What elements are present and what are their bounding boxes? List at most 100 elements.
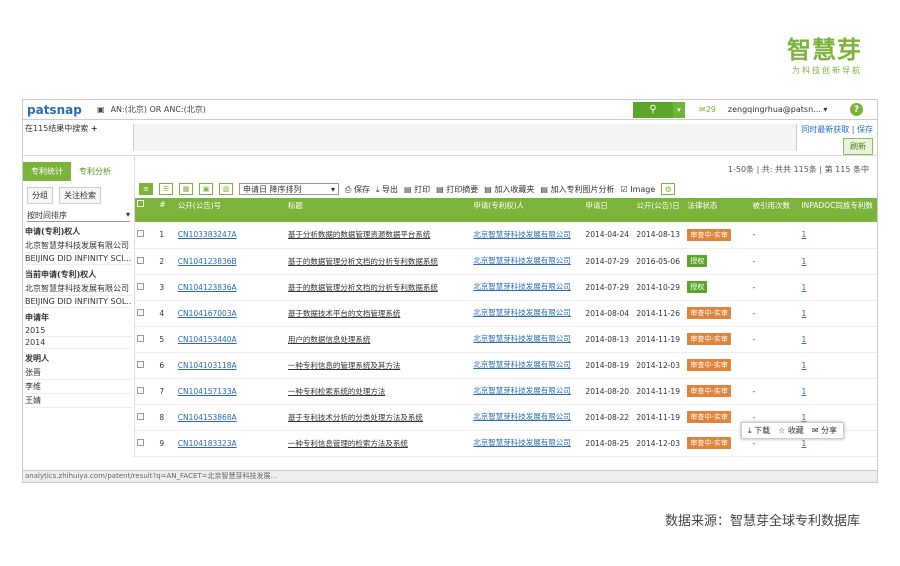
title-link[interactable]: 基于分析数据的数据管理资源数据平台系统 [285, 222, 472, 249]
search-button[interactable]: ⚲ [633, 101, 673, 118]
table-row[interactable]: 6 CN104103118A 一种专利信息的管理系统及其方法 北京智慧芽科技发展有限公… [135, 352, 877, 379]
refine-search-input[interactable] [133, 124, 797, 151]
applicant-link[interactable]: 北京智慧芽科技发展有限公司 [471, 326, 584, 353]
sort-select[interactable]: 按时间排序 ▾ [27, 210, 130, 222]
latest-link[interactable]: 同时最新获取 | 保存 [801, 124, 873, 135]
title-link[interactable]: 基于的数据管理分析文档的分析专利数据系统 [285, 274, 472, 301]
row-checkbox[interactable] [135, 248, 158, 275]
col-cited[interactable]: 被引用次数 [750, 198, 800, 222]
row-checkbox[interactable] [135, 404, 158, 431]
print-action[interactable]: ▤ 打印 [404, 184, 430, 195]
pub-number-link[interactable]: CN104153440A [175, 326, 286, 353]
detail-view-icon[interactable]: ☰ [159, 183, 173, 195]
message-count[interactable]: ✉29 [699, 105, 716, 114]
pub-number-link[interactable]: CN104103118A [175, 352, 286, 379]
search-type-icon[interactable]: ▣ [97, 105, 105, 114]
col-pub-date[interactable]: 公开(公告)日 [634, 198, 686, 222]
refine-search-label[interactable]: 在115结果中搜索 + [23, 120, 133, 155]
patsnap-logo[interactable]: patsnap [23, 103, 93, 117]
title-link[interactable]: 一种专利信息管理的检索方法及系统 [285, 430, 472, 457]
applicant-link[interactable]: 北京智慧芽科技发展有限公司 [471, 352, 584, 379]
row-checkbox[interactable] [135, 274, 158, 301]
applicant-link[interactable]: 北京智慧芽科技发展有限公司 [471, 248, 584, 275]
title-link[interactable]: 一种专利信息的管理系统及其方法 [285, 352, 472, 379]
subtab-follow[interactable]: 关注检索 [59, 187, 101, 204]
save-action[interactable]: ⎙ 保存 [345, 184, 370, 195]
family-count[interactable]: 1 [799, 326, 877, 353]
row-checkbox[interactable] [135, 222, 158, 249]
applicant-link[interactable]: 北京智慧芽科技发展有限公司 [471, 274, 584, 301]
search-query-field[interactable]: ▣ AN:(北京) OR ANC:(北京) [93, 102, 633, 118]
facet-item[interactable]: 北京智慧芽科技发展有限公司 [25, 239, 132, 253]
family-count[interactable]: 1 [799, 300, 877, 327]
applicant-link[interactable]: 北京智慧芽科技发展有限公司 [471, 300, 584, 327]
image-view-icon[interactable]: ▣ [199, 183, 213, 195]
col-title[interactable]: 标题 [285, 198, 472, 222]
chart-view-icon[interactable]: ▥ [219, 183, 233, 195]
family-count[interactable]: 1 [799, 352, 877, 379]
pub-number-link[interactable]: CN103383247A [175, 222, 286, 249]
pub-number-link[interactable]: CN104153868A [175, 404, 286, 431]
facet-item[interactable]: 张晋 [25, 366, 132, 380]
pub-number-link[interactable]: CN104183323A [175, 430, 286, 457]
applicant-link[interactable]: 北京智慧芽科技发展有限公司 [471, 404, 584, 431]
grid-view-icon[interactable]: ▦ [179, 183, 193, 195]
pub-number-link[interactable]: CN104123836A [175, 274, 286, 301]
pub-number-link[interactable]: CN104157133A [175, 378, 286, 405]
help-icon[interactable]: ? [850, 103, 863, 116]
favorite-button[interactable]: ☆ 收藏 [778, 425, 804, 436]
title-link[interactable]: 用户的数据信息处理系统 [285, 326, 472, 353]
export-action[interactable]: ⤓ 导出 [376, 184, 398, 195]
download-button[interactable]: ⤓ 下载 [748, 425, 770, 436]
family-count[interactable]: 1 [799, 222, 877, 249]
facet-item[interactable]: BEIJING DID INFINITY SCI... [25, 253, 132, 265]
col-app-date[interactable]: 申请日 [583, 198, 635, 222]
family-count[interactable]: 1 [799, 378, 877, 405]
share-button[interactable]: ✉ 分享 [812, 425, 837, 436]
col-pub-number[interactable]: 公开(公告)号 [175, 198, 286, 222]
facet-item[interactable]: 北京智慧芽科技发展有限公司 [25, 282, 132, 296]
col-family[interactable]: INPADOC同族专利数 [799, 198, 877, 222]
tab-statistics[interactable]: 专利统计 [23, 162, 71, 181]
row-checkbox[interactable] [135, 378, 158, 405]
facet-item[interactable]: 2015 [25, 325, 132, 337]
row-checkbox[interactable] [135, 300, 158, 327]
facet-item[interactable]: BEIJING DID INFINITY SOL... [25, 296, 132, 308]
title-link[interactable]: 一种专利检索系统的处理方法 [285, 378, 472, 405]
table-row[interactable]: 1 CN103383247A 基于分析数据的数据管理资源数据平台系统 北京智慧芽科技发… [135, 222, 877, 249]
print-abstract-action[interactable]: ▤ 打印摘要 [436, 184, 478, 195]
facet-item[interactable]: 李维 [25, 380, 132, 394]
add-favorite-action[interactable]: ▤ 加入收藏夹 [484, 184, 534, 195]
pub-number-link[interactable]: CN104167003A [175, 300, 286, 327]
family-count[interactable]: 1 [799, 248, 877, 275]
row-checkbox[interactable] [135, 352, 158, 379]
subtab-group[interactable]: 分组 [27, 187, 53, 204]
applicant-link[interactable]: 北京智慧芽科技发展有限公司 [471, 378, 584, 405]
refresh-button[interactable]: 刷新 [843, 138, 873, 155]
pub-number-link[interactable]: CN104123836B [175, 248, 286, 275]
col-legal-status[interactable]: 法律状态 [685, 198, 751, 222]
sort-order-select[interactable]: 申请日 降序排列 ▾ [239, 183, 339, 195]
image-toggle[interactable]: ☑ Image [620, 185, 655, 194]
table-row[interactable]: 5 CN104153440A 用户的数据信息处理系统 北京智慧芽科技发展有限公司 201… [135, 326, 877, 353]
title-link[interactable]: 基于专利技术分析的分类处理方法及系统 [285, 404, 472, 431]
facet-item[interactable]: 王婧 [25, 394, 132, 408]
title-link[interactable]: 基于数据技术平台的文档管理系统 [285, 300, 472, 327]
row-checkbox[interactable] [135, 430, 158, 457]
table-row[interactable]: 4 CN104167003A 基于数据技术平台的文档管理系统 北京智慧芽科技发展有限公… [135, 300, 877, 327]
gear-icon[interactable]: ⚙ [661, 183, 676, 195]
applicant-link[interactable]: 北京智慧芽科技发展有限公司 [471, 222, 584, 249]
list-view-icon[interactable]: ≡ [139, 183, 153, 195]
row-checkbox[interactable] [135, 326, 158, 353]
tab-analysis[interactable]: 专利分析 [71, 162, 119, 181]
search-dropdown-button[interactable]: ▾ [673, 101, 685, 118]
image-analysis-action[interactable]: ▤ 加入专利图片分析 [540, 184, 614, 195]
family-count[interactable]: 1 [799, 274, 877, 301]
facet-item[interactable]: 2014 [25, 337, 132, 349]
applicant-link[interactable]: 北京智慧芽科技发展有限公司 [471, 430, 584, 457]
table-row[interactable]: 3 CN104123836A 基于的数据管理分析文档的分析专利数据系统 北京智慧芽科技… [135, 274, 877, 301]
col-check[interactable] [135, 198, 158, 222]
table-row[interactable]: 2 CN104123836B 基于的数据管理分析文档的分析专利数据系统 北京智慧芽科技… [135, 248, 877, 275]
col-applicant[interactable]: 申请(专利权)人 [471, 198, 584, 222]
title-link[interactable]: 基于的数据管理分析文档的分析专利数据系统 [285, 248, 472, 275]
